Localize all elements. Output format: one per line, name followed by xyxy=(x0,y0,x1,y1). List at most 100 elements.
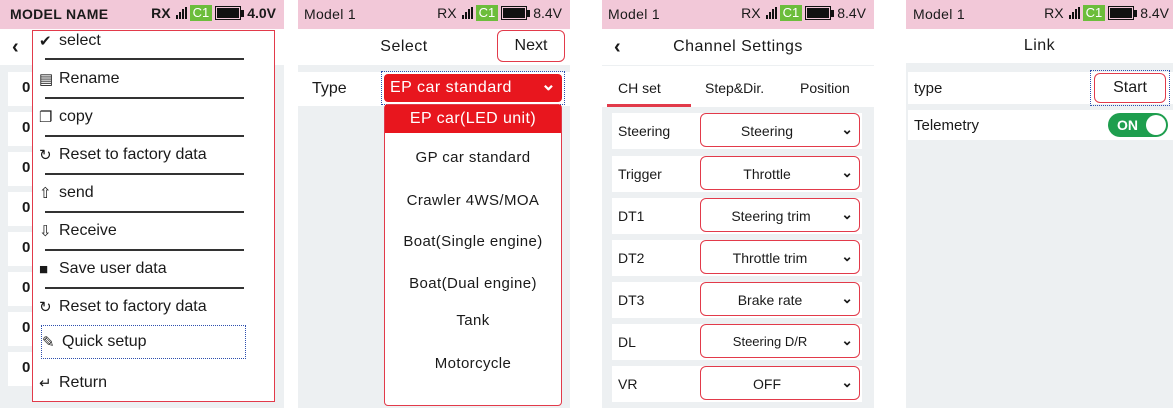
page-title: Link xyxy=(1023,37,1056,54)
menu-item-quick-setup[interactable]: ✎ Quick setup xyxy=(41,325,246,359)
channel-row: DT1 Steering trim ⌄ xyxy=(612,198,862,234)
row-index: 0 xyxy=(22,319,31,336)
menu-item-rename[interactable]: ▤ Rename xyxy=(39,61,268,97)
context-menu: ✔ select ▤ Rename ❐ copy ↻ Reset to fact… xyxy=(32,30,275,402)
status-right: RX C1 8.4V xyxy=(741,5,866,21)
menu-item-copy[interactable]: ❐ copy xyxy=(39,99,268,135)
channel-settings-screen: Model 1 RX C1 8.4V ‹ Channel Settings CH… xyxy=(602,0,874,408)
menu-item-select[interactable]: ✔ select xyxy=(39,23,268,59)
channel-function-select[interactable]: Steering D/R ⌄ xyxy=(700,324,860,358)
signal-icon xyxy=(461,7,473,19)
type-select[interactable]: EP car standard ⌄ xyxy=(384,74,562,102)
chevron-down-icon: ⌄ xyxy=(841,164,853,180)
channel-function-select[interactable]: Brake rate ⌄ xyxy=(700,282,860,316)
dropdown-option[interactable]: EP car(LED unit) xyxy=(385,105,561,133)
battery-icon xyxy=(215,6,245,20)
channel-function-select[interactable]: Throttle trim ⌄ xyxy=(700,240,860,274)
channel-badge: C1 xyxy=(1082,5,1106,21)
status-bar: Model 1 RX C1 8.4V xyxy=(602,0,874,29)
battery-voltage: 8.4V xyxy=(533,5,562,21)
channel-row: Trigger Throttle ⌄ xyxy=(612,156,862,192)
refresh-icon: ↻ xyxy=(39,299,52,316)
type-select-value: EP car standard xyxy=(390,79,512,96)
next-button[interactable]: Next xyxy=(497,30,565,62)
copy-icon: ❐ xyxy=(39,109,53,126)
telemetry-row: Telemetry ON xyxy=(908,110,1173,140)
dropdown-option[interactable]: Motorcycle xyxy=(385,355,561,372)
channel-label: DT2 xyxy=(618,250,645,266)
chevron-down-icon: ⌄ xyxy=(841,121,853,137)
channel-row: VR OFF ⌄ xyxy=(612,366,862,402)
select-value: Steering trim xyxy=(731,208,811,224)
rx-label: RX xyxy=(741,5,761,21)
dropdown-option[interactable]: Tank xyxy=(385,312,561,329)
model-name: MODEL NAME xyxy=(10,6,109,22)
status-right: RX C1 8.4V xyxy=(1044,5,1169,21)
telemetry-label: Telemetry xyxy=(914,117,980,134)
channel-label: VR xyxy=(618,376,638,392)
menu-item-receive[interactable]: ⇩ Receive xyxy=(39,213,268,249)
channel-label: Steering xyxy=(618,123,671,139)
channel-badge: C1 xyxy=(189,5,213,21)
page-title: Select xyxy=(380,38,428,55)
menu-item-save-user-data[interactable]: ■ Save user data xyxy=(39,251,268,287)
menu-item-reset-factory-2[interactable]: ↻ Reset to factory data xyxy=(39,289,268,325)
chevron-down-icon: ⌄ xyxy=(841,248,853,264)
channel-label: DT1 xyxy=(618,208,645,224)
channel-function-select[interactable]: Throttle ⌄ xyxy=(700,156,860,190)
dropdown-option[interactable]: Crawler 4WS/MOA xyxy=(385,192,561,209)
chevron-down-icon: ⌄ xyxy=(841,290,853,306)
start-button[interactable]: Start xyxy=(1094,73,1166,103)
chevron-down-icon: ⌄ xyxy=(841,206,853,222)
tab-step-dir[interactable]: Step&Dir. xyxy=(705,80,764,96)
title-bar: Link xyxy=(906,29,1173,63)
row-index: 0 xyxy=(22,79,31,96)
channel-row: DL Steering D/R ⌄ xyxy=(612,324,862,360)
channel-row: Steering Steering ⌄ xyxy=(612,113,862,149)
status-right: RX C1 8.4V xyxy=(437,5,562,21)
channel-badge: C1 xyxy=(475,5,499,21)
type-label: Type xyxy=(312,80,347,97)
channel-label: Trigger xyxy=(618,166,662,182)
channel-function-select[interactable]: OFF ⌄ xyxy=(700,366,860,400)
battery-icon xyxy=(501,6,531,20)
channel-function-select[interactable]: Steering ⌄ xyxy=(700,113,860,147)
menu-item-send[interactable]: ⇧ send xyxy=(39,175,268,211)
menu-item-label: Reset to factory data xyxy=(59,298,207,315)
menu-item-return[interactable]: ↵ Return xyxy=(39,365,268,401)
tab-bar: CH set Step&Dir. Position xyxy=(602,66,874,107)
battery-icon xyxy=(805,6,835,20)
battery-voltage: 8.4V xyxy=(837,5,866,21)
dropdown-option[interactable]: Boat(Dual engine) xyxy=(385,275,561,292)
row-index: 0 xyxy=(22,279,31,296)
tab-ch-set[interactable]: CH set xyxy=(618,80,661,96)
row-index: 0 xyxy=(22,359,31,376)
menu-item-reset-factory[interactable]: ↻ Reset to factory data xyxy=(39,137,268,173)
menu-item-label: Save user data xyxy=(59,260,167,277)
link-screen: Model 1 RX C1 8.4V Link type Telemetry O… xyxy=(906,0,1173,408)
channel-label: DT3 xyxy=(618,292,645,308)
signal-icon xyxy=(175,7,187,19)
link-type-label: type xyxy=(914,80,943,97)
channel-badge: C1 xyxy=(779,5,803,21)
select-value: Throttle trim xyxy=(732,250,808,266)
battery-voltage: 4.0V xyxy=(247,5,276,21)
menu-item-label: send xyxy=(59,184,94,201)
signal-icon xyxy=(1068,7,1080,19)
telemetry-toggle[interactable]: ON xyxy=(1108,113,1168,137)
select-value: OFF xyxy=(753,376,781,392)
dropdown-option[interactable]: GP car standard xyxy=(385,149,561,166)
channel-row: DT2 Throttle trim ⌄ xyxy=(612,240,862,276)
refresh-icon: ↻ xyxy=(39,147,52,164)
model-menu-screen: MODEL NAME RX C1 4.0V ‹ 0 0 0 0 0 0 0 0 … xyxy=(0,0,284,408)
status-bar: Model 1 RX C1 8.4V xyxy=(906,0,1173,29)
select-value: Throttle xyxy=(743,166,791,182)
back-icon[interactable]: ‹ xyxy=(12,36,19,59)
status-right: RX C1 4.0V xyxy=(151,5,276,21)
channel-function-select[interactable]: Steering trim ⌄ xyxy=(700,198,860,232)
check-icon: ✔ xyxy=(39,33,52,50)
dropdown-option[interactable]: Boat(Single engine) xyxy=(385,233,561,250)
rx-label: RX xyxy=(1044,5,1064,21)
tab-position[interactable]: Position xyxy=(800,80,850,96)
page-title: Channel Settings xyxy=(673,38,803,55)
